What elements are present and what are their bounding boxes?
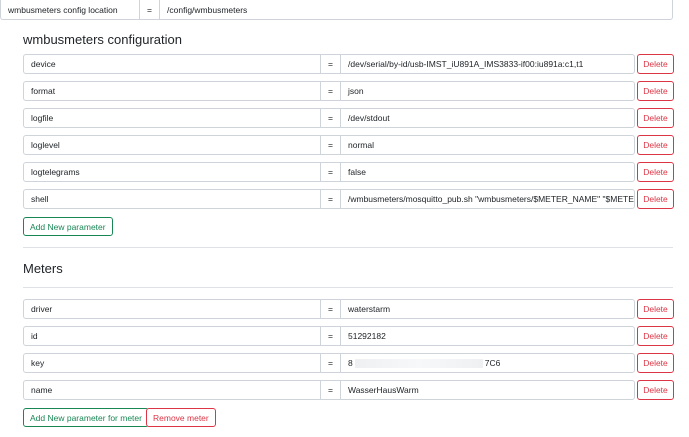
equals-sign: = — [321, 299, 340, 319]
param-value-input[interactable]: 8 7C6 — [340, 353, 635, 373]
param-value-input[interactable]: normal — [340, 135, 635, 155]
param-key-input[interactable]: logtelegrams — [23, 162, 321, 182]
meters-heading: Meters — [23, 261, 63, 276]
param-row-logtelegrams: logtelegrams = false Delete — [23, 162, 674, 182]
config-location-label: wmbusmeters config location — [0, 0, 140, 20]
param-row-format: format = json Delete — [23, 81, 674, 101]
param-value-input[interactable]: false — [340, 162, 635, 182]
equals-sign: = — [321, 162, 340, 182]
config-location-input[interactable]: /config/wmbusmeters — [159, 0, 673, 20]
delete-button[interactable]: Delete — [637, 326, 674, 346]
delete-button[interactable]: Delete — [637, 162, 674, 182]
meter-param-row-name: name = WasserHausWarm Delete — [23, 380, 674, 400]
delete-button[interactable]: Delete — [637, 189, 674, 209]
param-value-input[interactable]: waterstarm — [340, 299, 635, 319]
param-value-input[interactable]: json — [340, 81, 635, 101]
equals-sign: = — [321, 326, 340, 346]
param-row-device: device = /dev/serial/by-id/usb-IMST_iU89… — [23, 54, 674, 74]
equals-sign: = — [321, 353, 340, 373]
delete-button[interactable]: Delete — [637, 108, 674, 128]
add-parameter-button[interactable]: Add New parameter — [23, 217, 113, 236]
param-key-input[interactable]: driver — [23, 299, 321, 319]
param-row-shell: shell = /wmbusmeters/mosquitto_pub.sh "w… — [23, 189, 674, 209]
param-key-input[interactable]: device — [23, 54, 321, 74]
equals-sign: = — [321, 54, 340, 74]
config-location-row: wmbusmeters config location = /config/wm… — [0, 0, 673, 20]
meter-param-row-id: id = 51292182 Delete — [23, 326, 674, 346]
delete-button[interactable]: Delete — [637, 380, 674, 400]
equals-sign: = — [140, 0, 159, 20]
param-value-input[interactable]: 51292182 — [340, 326, 635, 346]
param-value-input[interactable]: /dev/serial/by-id/usb-IMST_iU891A_IMS383… — [340, 54, 635, 74]
delete-button[interactable]: Delete — [637, 81, 674, 101]
redacted-region — [354, 358, 483, 368]
param-value-input[interactable]: WasserHausWarm — [340, 380, 635, 400]
key-value-end: 7C6 — [484, 358, 501, 368]
param-key-input[interactable]: logfile — [23, 108, 321, 128]
param-key-input[interactable]: shell — [23, 189, 321, 209]
param-value-input[interactable]: /dev/stdout — [340, 108, 635, 128]
meter-param-row-key: key = 8 7C6 Delete — [23, 353, 674, 373]
param-row-loglevel: loglevel = normal Delete — [23, 135, 674, 155]
param-key-input[interactable]: key — [23, 353, 321, 373]
remove-meter-button[interactable]: Remove meter — [146, 408, 216, 427]
param-key-input[interactable]: id — [23, 326, 321, 346]
equals-sign: = — [321, 380, 340, 400]
add-meter-parameter-button[interactable]: Add New parameter for meter — [23, 408, 149, 427]
meter-param-row-driver: driver = waterstarm Delete — [23, 299, 674, 319]
equals-sign: = — [321, 135, 340, 155]
configuration-heading: wmbusmeters configuration — [23, 32, 182, 47]
param-row-logfile: logfile = /dev/stdout Delete — [23, 108, 674, 128]
section-divider — [23, 247, 673, 248]
param-key-input[interactable]: loglevel — [23, 135, 321, 155]
equals-sign: = — [321, 81, 340, 101]
section-divider — [23, 287, 673, 288]
param-value-input[interactable]: /wmbusmeters/mosquitto_pub.sh "wmbusmete… — [340, 189, 635, 209]
param-key-input[interactable]: format — [23, 81, 321, 101]
equals-sign: = — [321, 189, 340, 209]
delete-button[interactable]: Delete — [637, 135, 674, 155]
delete-button[interactable]: Delete — [637, 299, 674, 319]
param-key-input[interactable]: name — [23, 380, 321, 400]
delete-button[interactable]: Delete — [637, 54, 674, 74]
key-value-start: 8 — [348, 358, 353, 368]
delete-button[interactable]: Delete — [637, 353, 674, 373]
equals-sign: = — [321, 108, 340, 128]
